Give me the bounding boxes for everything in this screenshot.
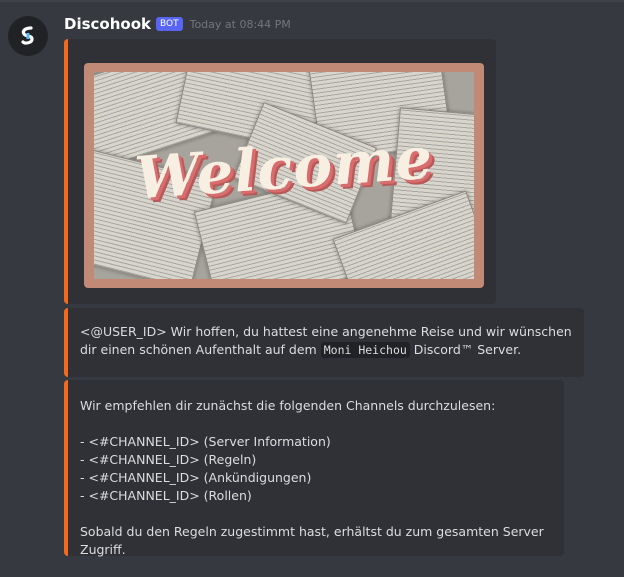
welcome-image[interactable]: Welcome: [84, 63, 484, 288]
embed-welcome-image: Welcome: [64, 39, 496, 304]
embed-description: Wir empfehlen dir zunächst die folgenden…: [80, 397, 552, 559]
author-name[interactable]: Discohook: [64, 15, 151, 33]
server-name-code: Moni Heichou: [320, 342, 410, 358]
books-background: Welcome: [94, 72, 474, 279]
channels-intro: Wir empfehlen dir zunächst die folgenden…: [80, 398, 496, 413]
user-mention[interactable]: <@USER_ID>: [80, 324, 167, 339]
channel-item[interactable]: - <#CHANNEL_ID> (Server Information): [80, 433, 552, 451]
avatar[interactable]: [8, 16, 48, 56]
channel-item[interactable]: - <#CHANNEL_ID> (Ankündigungen): [80, 469, 552, 487]
channel-item[interactable]: - <#CHANNEL_ID> (Regeln): [80, 451, 552, 469]
embed-greeting: <@USER_ID> Wir hoffen, du hattest eine a…: [64, 308, 584, 377]
message-timestamp: Today at 08:44 PM: [189, 17, 291, 31]
embed-description: <@USER_ID> Wir hoffen, du hattest eine a…: [80, 323, 572, 359]
greeting-text-end: Discord™ Server.: [409, 342, 522, 357]
bot-badge: BOT: [155, 17, 183, 31]
embed-channels: Wir empfehlen dir zunächst die folgenden…: [64, 380, 564, 559]
discohook-logo-icon: [21, 26, 34, 45]
channels-outro: Sobald du den Regeln zugestimmt hast, er…: [80, 524, 544, 557]
message-header: Discohook BOT Today at 08:44 PM: [64, 15, 291, 33]
top-divider: [0, 0, 624, 2]
channel-item[interactable]: - <#CHANNEL_ID> (Rollen): [80, 487, 552, 505]
